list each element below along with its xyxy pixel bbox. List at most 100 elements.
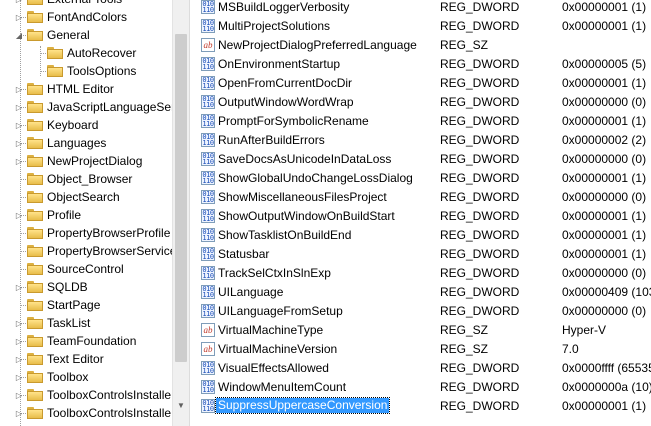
scroll-down-arrow-icon[interactable]: ▼ — [173, 397, 189, 414]
value-row[interactable]: 010 110 UILanguage REG_DWORD 0x00000409 (10… — [195, 283, 651, 302]
value-data: 0x0000000a (10) — [562, 380, 651, 394]
value-row[interactable]: 010 110 OpenFromCurrentDocDir REG_DWORD 0x0… — [195, 74, 651, 93]
value-row[interactable]: 010 110 ShowTasklistOnBuildEnd REG_DWORD 0x… — [195, 226, 651, 245]
value-row[interactable]: 010 110 RunAfterBuildErrors REG_DWORD 0x000… — [195, 131, 651, 150]
binary-value-icon: 010 110 — [201, 285, 215, 299]
tree-item[interactable]: ▷ NewProjectDialog — [14, 152, 142, 170]
tree-item[interactable]: Object_Browser — [14, 170, 132, 188]
expand-arrow-icon[interactable]: ▷ — [14, 372, 24, 382]
registry-values-list[interactable]: 010 110MRUListItemCountREG_DWORD0x000000… — [195, 0, 651, 426]
folder-icon — [27, 101, 43, 113]
tree-item[interactable]: ▷ Keyboard — [14, 116, 98, 134]
registry-key-tree[interactable]: ▷ External Tools ▷ FontAndColors ◢ General Aut… — [0, 0, 172, 426]
value-row[interactable]: 010 110 Statusbar REG_DWORD 0x00000001 (1) — [195, 245, 651, 264]
tree-item[interactable]: AutoRecover — [34, 44, 136, 62]
tree-item-label: TaskList — [47, 316, 91, 330]
value-row[interactable]: 010 110 VisualEffectsAllowed REG_DWORD 0x00… — [195, 359, 651, 378]
value-row[interactable]: 010 110 ShowMiscellaneousFilesProject REG_… — [195, 188, 651, 207]
value-row[interactable]: 010 110 PromptForSymbolicRename REG_DWORD 0… — [195, 112, 651, 131]
tree-item[interactable]: ObjectSearch — [14, 188, 120, 206]
value-row[interactable]: ab VirtualMachineVersion REG_SZ 7.0 — [195, 340, 651, 359]
value-row[interactable]: 010 110 OnEnvironmentStartup REG_DWORD 0x00… — [195, 55, 651, 74]
value-type: REG_SZ — [440, 323, 489, 337]
tree-item[interactable]: ▷ Text Editor — [14, 350, 104, 368]
expand-arrow-icon[interactable]: ▷ — [14, 156, 24, 166]
tree-item[interactable]: ◢ General — [14, 26, 90, 44]
value-row[interactable]: 010 110 TrackSelCtxInSlnExp REG_DWORD 0x000… — [195, 264, 651, 283]
value-data: 0x00000002 (2) — [562, 133, 647, 147]
value-data: 0x00000001 (1) — [562, 76, 647, 90]
tree-scrollbar[interactable]: ▼ — [172, 0, 189, 426]
tree-item[interactable]: ▷ JavaScriptLanguageSer — [14, 98, 172, 116]
expand-arrow-icon[interactable]: ▷ — [14, 102, 24, 112]
expand-arrow-icon[interactable]: ▷ — [14, 84, 24, 94]
tree-item[interactable]: ▷ ToolboxControlsInstalle — [14, 404, 171, 422]
tree-item[interactable]: ToolsOptions — [34, 62, 136, 80]
expand-arrow-icon[interactable]: ▷ — [14, 318, 24, 328]
expand-arrow-icon[interactable]: ▷ — [14, 354, 24, 364]
value-row[interactable]: ab NewProjectDialogPreferredLanguage REG_S… — [195, 36, 651, 55]
folder-icon — [27, 191, 43, 203]
folder-icon — [27, 209, 43, 221]
tree-item-label: External Tools — [47, 0, 122, 6]
tree-item[interactable]: PropertyBrowserService — [14, 242, 172, 260]
binary-value-icon: 010 110 — [201, 171, 215, 185]
value-name: SuppressUppercaseConversion — [214, 397, 391, 414]
value-data: 0x00000001 (1) — [562, 399, 647, 413]
expand-arrow-icon[interactable]: ▷ — [14, 390, 24, 400]
value-type: REG_SZ — [440, 342, 489, 356]
value-row[interactable]: ab VirtualMachineType REG_SZ Hyper-V — [195, 321, 651, 340]
expand-arrow-icon[interactable]: ▷ — [14, 336, 24, 346]
value-row-selected[interactable]: 010 110 SuppressUppercaseConversion REG_DW… — [195, 397, 651, 416]
folder-icon — [27, 245, 43, 257]
value-row[interactable]: 010 110 MultiProjectSolutions REG_DWORD 0x0… — [195, 17, 651, 36]
tree-item[interactable]: ▷ HTML Editor — [14, 80, 114, 98]
expand-arrow-icon[interactable]: ▷ — [14, 120, 24, 130]
string-value-icon: ab — [201, 323, 215, 337]
folder-icon — [27, 0, 43, 5]
value-row[interactable]: 010 110 ShowGlobalUndoChangeLossDialog REG… — [195, 169, 651, 188]
tree-item[interactable]: ▷ Toolbox — [14, 368, 88, 386]
tree-item[interactable]: ▷ FontAndColors — [14, 8, 127, 26]
value-data: 0x00000001 (1) — [562, 0, 647, 14]
value-row[interactable]: 010 110 WindowMenuItemCount REG_DWORD 0x000… — [195, 378, 651, 397]
tree-item[interactable]: ▷ TeamFoundation — [14, 332, 136, 350]
value-row[interactable]: 010 110 OutputWindowWordWrap REG_DWORD 0x00… — [195, 93, 651, 112]
value-data: 0x00000000 (0) — [562, 266, 647, 280]
tree-item[interactable]: SourceControl — [14, 260, 124, 278]
value-type: REG_DWORD — [440, 76, 520, 90]
value-row[interactable]: 010 110 UILanguageFromSetup REG_DWORD 0x000… — [195, 302, 651, 321]
tree-item[interactable]: ▷ External Tools — [14, 0, 122, 8]
expand-arrow-icon[interactable]: ▷ — [14, 210, 24, 220]
tree-item[interactable]: PropertyBrowserProfile — [14, 224, 170, 242]
binary-value-icon: 010 110 — [201, 114, 215, 128]
value-name: ShowTasklistOnBuildEnd — [218, 228, 352, 242]
value-row[interactable]: 010 110 SaveDocsAsUnicodeInDataLoss REG_DW… — [195, 150, 651, 169]
tree-item[interactable]: ▷ Languages — [14, 134, 106, 152]
expand-arrow-icon[interactable]: ▷ — [14, 12, 24, 22]
collapse-arrow-icon[interactable]: ◢ — [14, 30, 24, 40]
value-row[interactable]: 010 110 MSBuildLoggerVerbosity REG_DWORD 0x… — [195, 0, 651, 17]
value-row[interactable]: 010 110 ShowOutputWindowOnBuildStart REG_D… — [195, 207, 651, 226]
tree-item-label: TeamFoundation — [47, 334, 137, 348]
expand-arrow-icon[interactable]: ▷ — [14, 408, 24, 418]
expand-arrow-icon[interactable]: ▷ — [14, 138, 24, 148]
tree-item[interactable]: ▷ ToolboxControlsInstalle — [14, 386, 171, 404]
tree-item-label: FontAndColors — [47, 10, 128, 24]
tree-item[interactable]: ▷ SQLDB — [14, 278, 88, 296]
expand-arrow-icon[interactable]: ▷ — [14, 282, 24, 292]
tree-item[interactable]: StartPage — [14, 296, 100, 314]
tree-scrollbar-thumb[interactable] — [175, 34, 187, 362]
binary-value-icon: 010 110 — [201, 57, 215, 71]
tree-item[interactable]: ▷ Profile — [14, 206, 81, 224]
tree-item[interactable]: ▷ TaskList — [14, 314, 90, 332]
value-data: 0x00000409 (1033 — [562, 285, 651, 299]
expand-arrow-icon[interactable]: ▷ — [14, 0, 24, 4]
value-data: 0x00000001 (1) — [562, 247, 647, 261]
value-type: REG_SZ — [440, 38, 489, 52]
value-data: 0x00000001 (1) — [562, 209, 647, 223]
